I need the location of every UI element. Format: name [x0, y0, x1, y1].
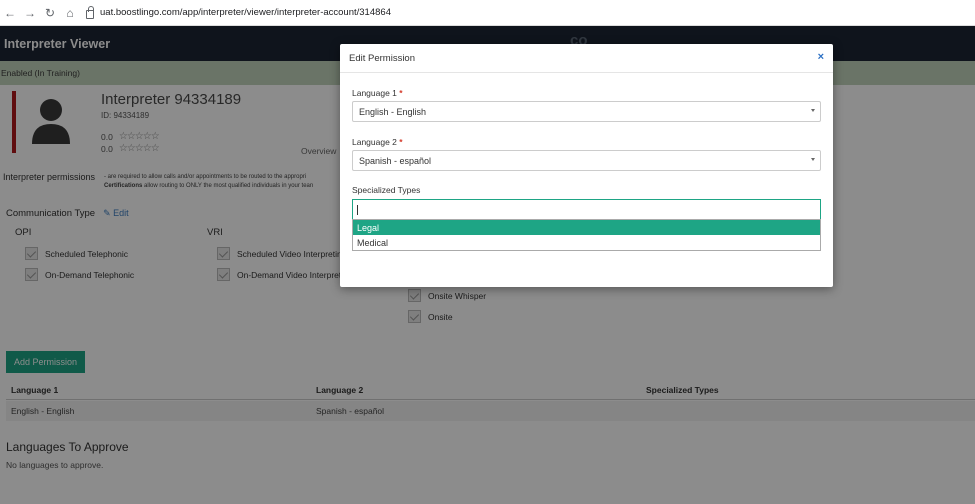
specialized-types-dropdown: Legal Medical — [352, 219, 821, 251]
back-arrow-icon[interactable]: ← — [0, 0, 20, 26]
modal-title: Edit Permission — [349, 53, 415, 64]
caret-down-icon — [811, 109, 815, 112]
modal-divider — [340, 72, 833, 73]
browser-toolbar: ← → ↻ ⌂ uat.boostlingo.com/app/interpret… — [0, 0, 975, 26]
language2-select[interactable]: Spanish - español — [352, 150, 821, 171]
forward-arrow-icon[interactable]: → — [20, 0, 40, 26]
specialized-types-input[interactable] — [352, 199, 821, 220]
language1-label: Language 1 * — [352, 88, 403, 98]
close-icon[interactable]: × — [818, 51, 824, 63]
text-cursor — [357, 205, 358, 215]
address-bar[interactable]: uat.boostlingo.com/app/interpreter/viewe… — [86, 0, 391, 26]
dropdown-option-legal[interactable]: Legal — [353, 220, 820, 235]
dropdown-option-medical[interactable]: Medical — [353, 235, 820, 250]
caret-down-icon — [811, 158, 815, 161]
specialized-types-label: Specialized Types — [352, 185, 421, 195]
lock-icon — [86, 5, 94, 19]
language1-select[interactable]: English - English — [352, 101, 821, 122]
reload-icon[interactable]: ↻ — [40, 0, 60, 26]
required-marker: * — [399, 88, 403, 98]
required-marker: * — [399, 137, 403, 147]
edit-permission-modal: Edit Permission × Language 1 * English -… — [340, 44, 833, 287]
home-icon[interactable]: ⌂ — [60, 0, 80, 26]
language2-label: Language 2 * — [352, 137, 403, 147]
url-text: uat.boostlingo.com/app/interpreter/viewe… — [100, 7, 391, 18]
